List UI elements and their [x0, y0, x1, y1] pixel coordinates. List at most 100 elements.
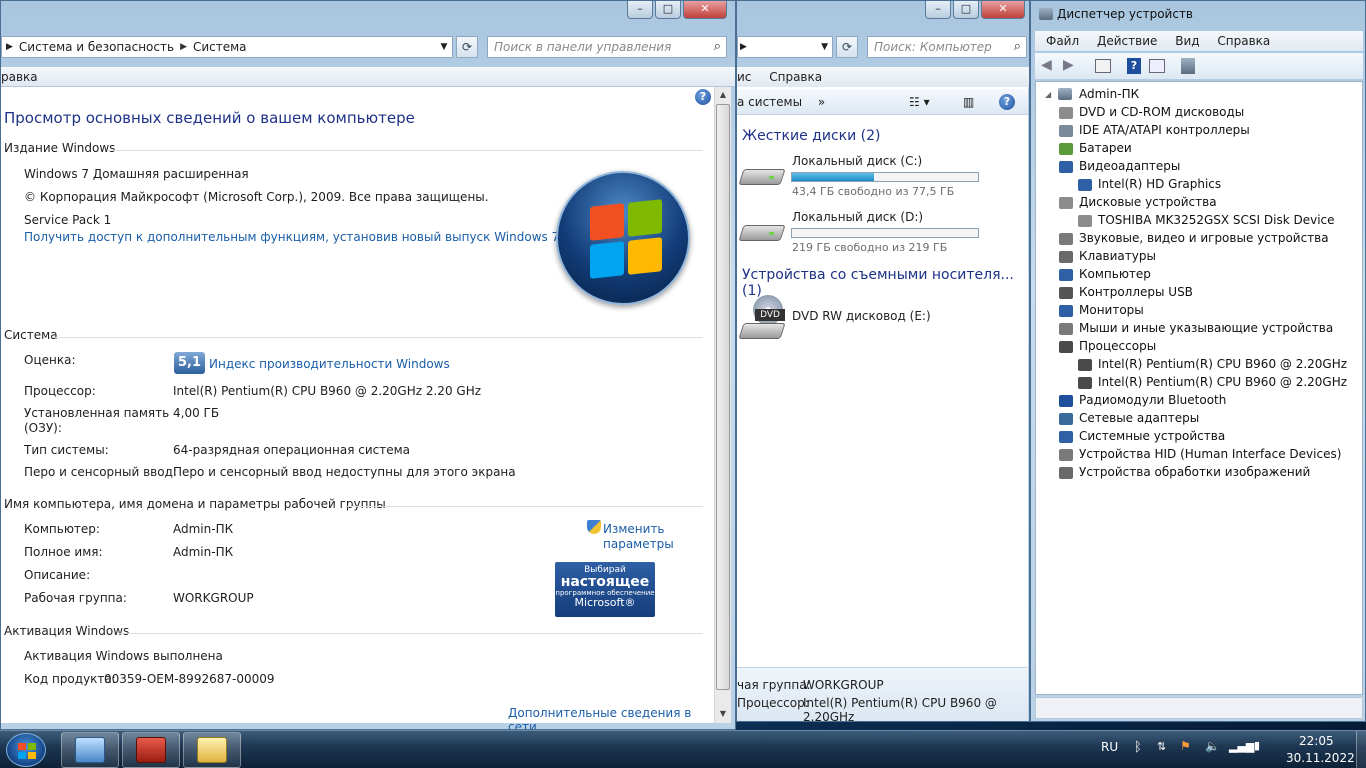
toolbar-system-properties[interactable]: а системы [737, 95, 802, 109]
breadcrumb-item[interactable]: Система и безопасность [19, 40, 174, 54]
hdd-group-title[interactable]: Жесткие диски (2) [742, 128, 880, 144]
tree-category[interactable]: Компьютер [1079, 267, 1151, 281]
back-arrow-icon[interactable]: ◀ [1041, 57, 1052, 73]
tree-category[interactable]: IDE ATA/ATAPI контроллеры [1079, 123, 1250, 137]
chevron-down-icon[interactable]: ▼ [821, 42, 828, 52]
address-bar[interactable]: ▶ Система и безопасность ▶ Система ▼ [1, 36, 453, 58]
close-button[interactable]: ✕ [981, 1, 1025, 19]
tree-category[interactable]: Видеоадаптеры [1079, 159, 1180, 173]
properties-icon[interactable] [1095, 59, 1111, 73]
tree-category[interactable]: Устройства обработки изображений [1079, 465, 1310, 479]
forward-arrow-icon[interactable]: ▶ [1063, 57, 1074, 73]
menu-help[interactable]: Справка [1217, 34, 1270, 48]
tree-root[interactable]: Admin-ПК [1079, 87, 1139, 101]
refresh-button[interactable]: ⟳ [456, 36, 478, 58]
device-icon [1059, 395, 1073, 407]
tree-category[interactable]: Сетевые адаптеры [1079, 411, 1199, 425]
device-icon [1059, 143, 1073, 155]
clock-time[interactable]: 22:05 [1299, 734, 1334, 748]
search-icon[interactable]: ⌕ [1014, 39, 1021, 54]
menu-item-help[interactable]: Справка [769, 70, 822, 84]
dvd-drive-name[interactable]: DVD RW дисковод (E:) [792, 309, 931, 323]
clock-date[interactable]: 30.11.2022 [1286, 751, 1355, 765]
tree-category[interactable]: Батареи [1079, 141, 1132, 155]
drive-d-name[interactable]: Локальный диск (D:) [792, 210, 923, 224]
tree-device[interactable]: TOSHIBA MK3252GSX SCSI Disk Device [1098, 213, 1335, 227]
minimize-button[interactable]: – [627, 1, 653, 19]
tree-category[interactable]: Мониторы [1079, 303, 1144, 317]
signal-icon[interactable]: ▂▄▆ [1229, 740, 1254, 753]
change-settings-link[interactable]: Изменить [603, 522, 665, 536]
windows-flag-icon [18, 743, 36, 759]
status-bar [1035, 697, 1363, 719]
rating-badge[interactable]: 5,1 [174, 352, 205, 374]
scroll-thumb[interactable] [716, 104, 730, 690]
collapse-arrow-icon[interactable]: ◢ [1045, 90, 1051, 99]
volume-icon[interactable]: 🔈 [1205, 739, 1220, 753]
help-icon[interactable]: ? [999, 94, 1015, 110]
chevron-down-icon[interactable]: ▼ [436, 42, 452, 52]
vertical-scrollbar[interactable]: ▲ ▼ [714, 87, 731, 723]
taskbar-control-panel[interactable] [61, 732, 119, 768]
menu-file[interactable]: Файл [1046, 34, 1079, 48]
device-icon [1059, 125, 1073, 137]
tree-category[interactable]: Радиомодули Bluetooth [1079, 393, 1226, 407]
breadcrumb-item[interactable]: Система [193, 40, 247, 54]
more-info-link[interactable]: Дополнительные сведения в сети... [508, 706, 714, 729]
minimize-button[interactable]: – [925, 1, 951, 19]
tree-category[interactable]: Клавиатуры [1079, 249, 1156, 263]
tree-category[interactable]: Контроллеры USB [1079, 285, 1193, 299]
tree-device[interactable]: Intel(R) HD Graphics [1098, 177, 1221, 191]
preview-pane-icon[interactable]: ▥ [963, 89, 974, 115]
search-icon[interactable]: ⌕ [714, 39, 721, 54]
menu-view[interactable]: Вид [1175, 34, 1199, 48]
tree-category[interactable]: Устройства HID (Human Interface Devices) [1079, 447, 1341, 461]
tree-category[interactable]: Процессоры [1079, 339, 1156, 353]
tree-device[interactable]: Intel(R) Pentium(R) CPU B960 @ 2.20GHz [1098, 375, 1347, 389]
network-adapter-icon[interactable]: ⇅ [1157, 740, 1166, 753]
start-button[interactable] [6, 733, 46, 767]
update-driver-icon[interactable] [1149, 59, 1165, 73]
upgrade-link[interactable]: Получить доступ к дополнительным функция… [24, 230, 559, 244]
cpu-value: Intel(R) Pentium(R) CPU B960 @ 2.20GHz 2… [173, 384, 482, 398]
divider [107, 150, 703, 151]
scroll-up-icon[interactable]: ▲ [715, 87, 731, 103]
show-desktop-button[interactable] [1356, 731, 1366, 768]
search-input[interactable]: Поиск в панели управления ⌕ [487, 36, 727, 58]
drive-c-name[interactable]: Локальный диск (C:) [792, 154, 922, 168]
tree-device[interactable]: Intel(R) Pentium(R) CPU B960 @ 2.20GHz [1098, 357, 1347, 371]
maximize-button[interactable]: □ [655, 1, 681, 19]
taskbar-toolbox[interactable] [122, 732, 180, 768]
workgroup-value: WORKGROUP [173, 591, 254, 605]
scan-hardware-icon[interactable] [1181, 58, 1195, 74]
menu-item[interactable]: ис [737, 70, 751, 84]
menu-action[interactable]: Действие [1097, 34, 1157, 48]
scroll-down-icon[interactable]: ▼ [715, 706, 731, 722]
toolbar-more-button[interactable]: » [818, 95, 825, 109]
search-input[interactable]: Поиск: Компьютер ⌕ [867, 36, 1027, 58]
taskbar-explorer[interactable] [183, 732, 241, 768]
change-settings-link-2[interactable]: параметры [603, 537, 674, 551]
language-indicator[interactable]: RU [1101, 740, 1118, 754]
help-icon[interactable]: ? [695, 89, 711, 105]
menu-bar: Файл Действие Вид Справка [1035, 31, 1363, 51]
tree-category[interactable]: Дисковые устройства [1079, 195, 1217, 209]
address-bar[interactable]: ▶ ▼ [737, 36, 833, 58]
help-icon[interactable]: ? [1127, 58, 1141, 74]
menu-item[interactable]: равка [1, 70, 38, 84]
performance-index-link[interactable]: Индекс производительности Windows [209, 357, 450, 371]
tree-category[interactable]: DVD и CD-ROM дисководы [1079, 105, 1244, 119]
close-button[interactable]: ✕ [683, 1, 727, 19]
tree-category[interactable]: Звуковые, видео и игровые устройства [1079, 231, 1329, 245]
refresh-button[interactable]: ⟳ [836, 36, 858, 58]
section-header-computer: Имя компьютера, имя домена и параметры р… [4, 497, 386, 511]
maximize-button[interactable]: □ [953, 1, 979, 19]
system-content: ? Просмотр основных сведений о вашем ком… [1, 87, 714, 729]
battery-icon[interactable]: ▮ [1254, 739, 1260, 752]
genuine-microsoft-badge[interactable]: Выбирай настоящее программное обеспечени… [555, 562, 655, 617]
bluetooth-icon[interactable]: ᛒ [1134, 740, 1142, 755]
view-options-icon[interactable]: ☷ ▾ [909, 89, 930, 115]
tree-category[interactable]: Системные устройства [1079, 429, 1225, 443]
tree-category[interactable]: Мыши и иные указывающие устройства [1079, 321, 1333, 335]
flag-alert-icon[interactable]: ⚑ [1180, 739, 1191, 753]
